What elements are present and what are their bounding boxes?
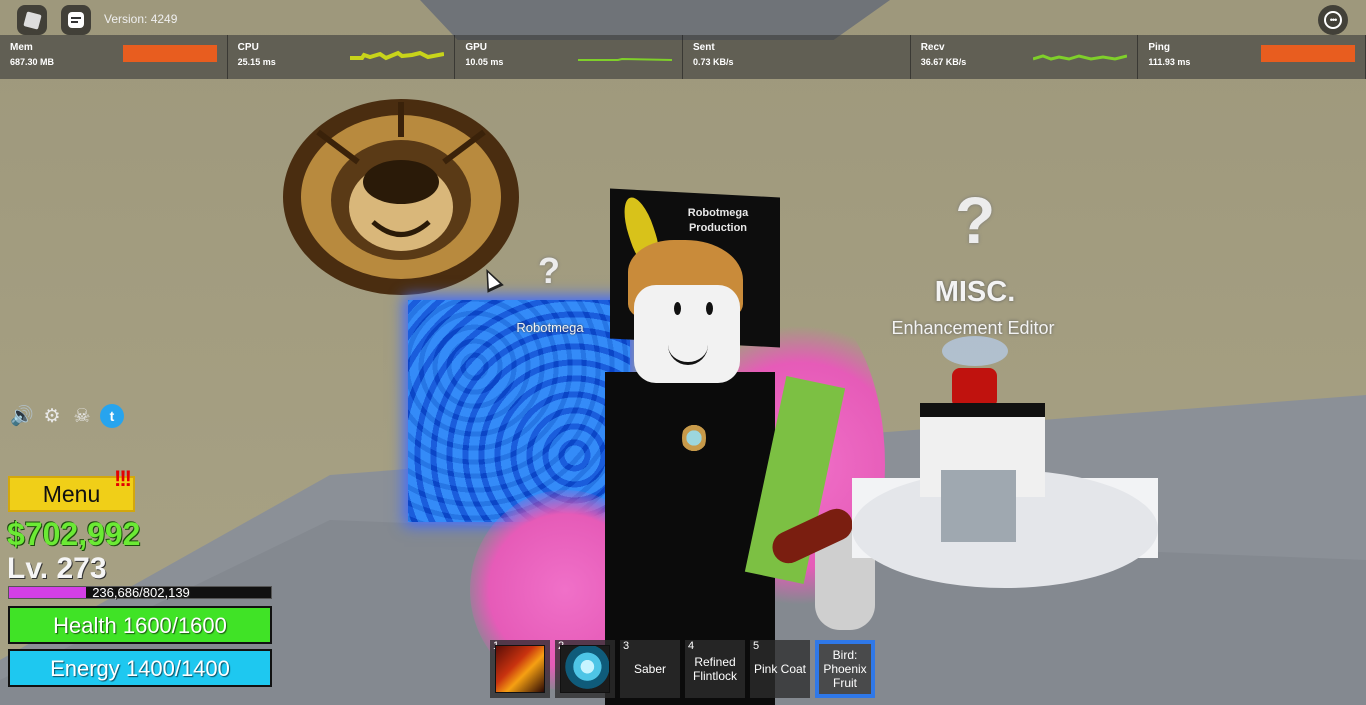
npc-head [952, 368, 997, 408]
stat-graph [1032, 45, 1128, 62]
stat-name: Ping [1148, 42, 1171, 53]
stat-name: CPU [237, 42, 259, 53]
hotbar: 1 2 3 Saber 4 Refined Flintlock 5 Pink C… [490, 640, 875, 698]
gear-icon[interactable]: ⚙ [40, 404, 64, 428]
experience-bar: 236,686/802,139 [8, 585, 272, 600]
level-label: Lv. 273 [7, 552, 107, 585]
stat-gpu[interactable]: GPU 10.05 ms [455, 35, 684, 79]
experience-text: 236,686/802,139 [92, 585, 190, 600]
money-counter: $702,992 [7, 516, 141, 552]
stat-value: 10.05 ms [465, 57, 504, 67]
slot-label: Refined Flintlock [692, 655, 737, 683]
stat-name: GPU [465, 42, 488, 53]
hotbar-slot-selected-fruit[interactable]: Bird: Phoenix Fruit [815, 640, 875, 698]
stat-graph [350, 45, 445, 62]
quick-settings-icons: 🔊 ⚙ ☠ t [10, 404, 124, 428]
chat-icon [68, 12, 84, 28]
stat-recv[interactable]: Recv 36.67 KB/s [910, 35, 1139, 79]
stat-mem[interactable]: Mem 687.30 MB [0, 35, 228, 79]
crossed-swords-icon[interactable]: ☠ [70, 404, 94, 428]
question-mark-label: ? [538, 250, 560, 291]
ceiling [420, 0, 890, 40]
chat-button[interactable] [61, 5, 91, 35]
pirate-crest-emblem [283, 99, 519, 295]
hotbar-slot-2[interactable]: 2 [555, 640, 615, 698]
stat-graph [122, 45, 217, 62]
stat-value: 36.67 KB/s [920, 57, 967, 67]
slot-number: 5 [753, 640, 760, 652]
stat-name: Recv [920, 42, 945, 53]
hotbar-slot-3[interactable]: 3 Saber [620, 640, 680, 698]
health-bar: Health 1600/1600 [8, 606, 272, 644]
sign-text: Robotmega Production [687, 207, 749, 234]
player-eye [706, 302, 713, 315]
fire-fist-icon [495, 645, 545, 693]
stat-value: 25.15 ms [237, 57, 276, 67]
npc-legs [941, 470, 1016, 542]
stat-graph [578, 45, 673, 62]
slot-number: 4 [688, 640, 695, 652]
roblox-menu-button[interactable] [17, 5, 47, 35]
slot-label: Saber [633, 662, 667, 676]
speaker-icon[interactable]: 🔊 [10, 404, 34, 428]
hotbar-slot-4[interactable]: 4 Refined Flintlock [685, 640, 745, 698]
player-name-label: Robotmega [516, 320, 584, 335]
phoenix-bird-icon [560, 645, 610, 693]
player-head [634, 285, 740, 383]
stat-value: 111.93 ms [1148, 57, 1191, 67]
energy-bar: Energy 1400/1400 [8, 649, 272, 687]
stat-sent[interactable]: Sent 0.73 KB/s [683, 35, 911, 79]
stat-name: Mem [10, 42, 33, 53]
stat-ping[interactable]: Ping 111.93 ms [1138, 35, 1366, 79]
hotbar-slot-5[interactable]: 5 Pink Coat [750, 640, 810, 698]
stat-value: 687.30 MB [10, 57, 55, 67]
stat-name: Sent [693, 42, 715, 53]
menu-alert-badge: !!! [114, 466, 132, 491]
slot-label: Bird: Phoenix Fruit [823, 648, 867, 690]
more-options-icon: ••• [1324, 11, 1342, 29]
performance-stats-bar: Mem 687.30 MB CPU 25.15 ms GPU 10.05 ms … [0, 35, 1366, 79]
player-eye [674, 302, 681, 315]
player-necklace [682, 420, 706, 456]
slot-number: 3 [623, 640, 630, 652]
stat-graph [1261, 45, 1356, 62]
misc-title: MISC. [934, 276, 1016, 308]
more-options-button[interactable]: ••• [1318, 5, 1348, 35]
npc-hat [942, 336, 1008, 366]
roblox-logo-icon [22, 10, 42, 30]
version-label: Version: 4249 [104, 12, 178, 26]
stat-value: 0.73 KB/s [693, 57, 734, 67]
twitter-icon[interactable]: t [100, 404, 124, 428]
stat-cpu[interactable]: CPU 25.15 ms [227, 35, 456, 79]
slot-label: Pink Coat [753, 662, 807, 676]
stat-graph [806, 45, 900, 62]
npc-question-mark: ? [955, 183, 996, 257]
npc-name-label: Enhancement Editor [891, 318, 1055, 338]
hotbar-slot-1[interactable]: 1 [490, 640, 550, 698]
